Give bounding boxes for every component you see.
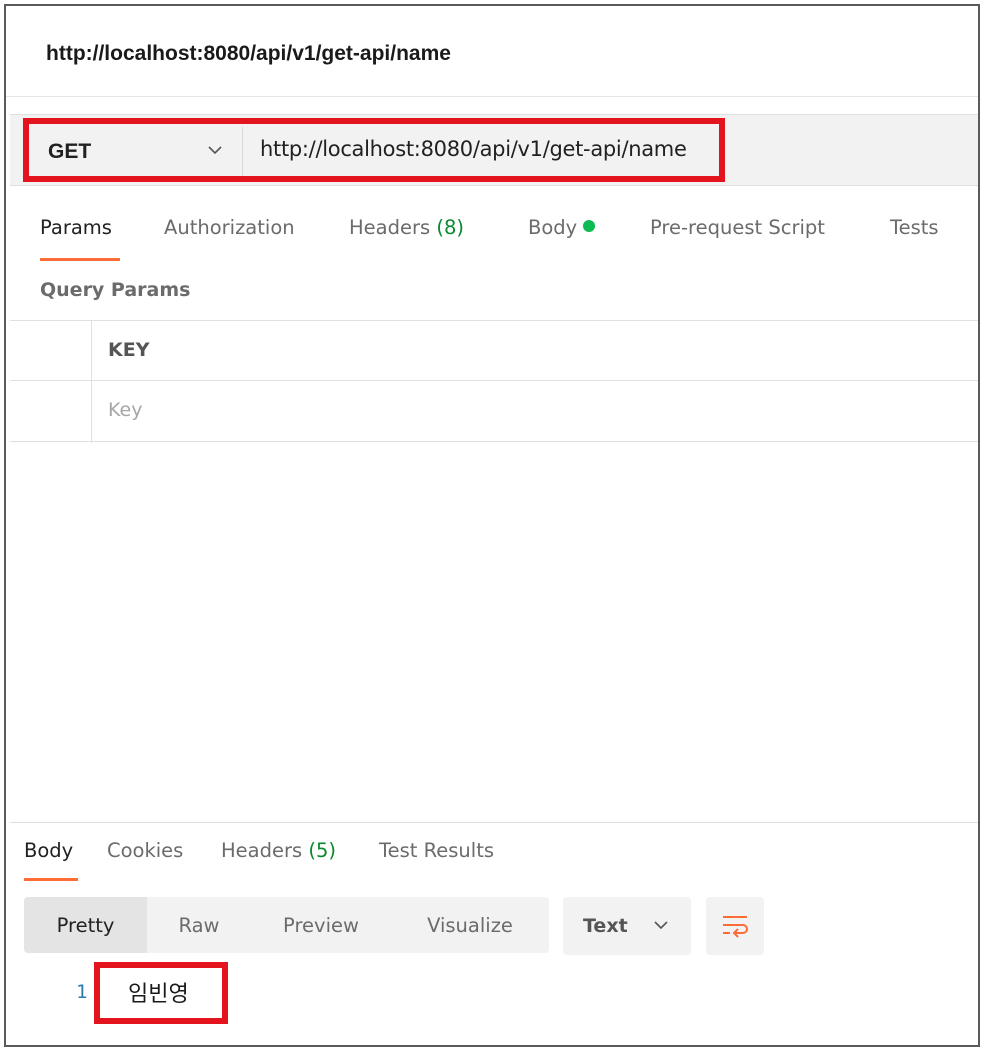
highlight-box-request xyxy=(23,118,725,182)
divider xyxy=(6,96,978,97)
key-input[interactable]: Key xyxy=(108,399,142,421)
tab-pre-request-script[interactable]: Pre-request Script xyxy=(650,216,825,239)
body-status-dot xyxy=(583,220,596,232)
active-tab-indicator xyxy=(40,258,120,261)
params-table: KEY Key xyxy=(10,320,978,443)
tab-test-results[interactable]: Test Results xyxy=(379,839,494,862)
response-divider xyxy=(10,822,978,823)
wrap-lines-button[interactable] xyxy=(706,897,764,955)
format-label: Text xyxy=(583,915,628,937)
view-mode-selector: Pretty Raw Preview Visualize xyxy=(24,897,549,953)
query-params-label: Query Params xyxy=(40,279,191,301)
view-raw-button[interactable]: Raw xyxy=(147,897,251,953)
response-headers-count: (5) xyxy=(308,839,336,862)
tab-authorization[interactable]: Authorization xyxy=(164,216,295,239)
active-tab-indicator xyxy=(24,878,78,881)
view-visualize-button[interactable]: Visualize xyxy=(391,897,549,953)
tab-headers[interactable]: Headers (8) xyxy=(349,216,464,239)
chevron-down-icon xyxy=(654,921,668,930)
tab-response-body[interactable]: Body xyxy=(24,839,73,862)
wrap-lines-icon xyxy=(723,916,748,938)
tab-params[interactable]: Params xyxy=(40,216,112,239)
table-row: Key xyxy=(10,382,978,442)
highlight-box-response xyxy=(94,962,228,1024)
request-title: http://localhost:8080/api/v1/get-api/nam… xyxy=(46,42,451,65)
column-divider xyxy=(91,321,92,443)
tab-response-headers[interactable]: Headers (5) xyxy=(221,839,336,862)
format-select[interactable]: Text xyxy=(563,897,691,955)
postman-window: http://localhost:8080/api/v1/get-api/nam… xyxy=(4,4,980,1047)
line-number: 1 xyxy=(76,981,88,1003)
table-header-row: KEY xyxy=(10,321,978,381)
view-preview-button[interactable]: Preview xyxy=(251,897,391,953)
headers-count: (8) xyxy=(436,216,464,239)
view-pretty-button[interactable]: Pretty xyxy=(24,897,147,953)
tab-body[interactable]: Body xyxy=(528,216,596,239)
tab-tests[interactable]: Tests xyxy=(890,216,939,239)
tab-cookies[interactable]: Cookies xyxy=(107,839,183,862)
column-header-key: KEY xyxy=(108,339,150,361)
